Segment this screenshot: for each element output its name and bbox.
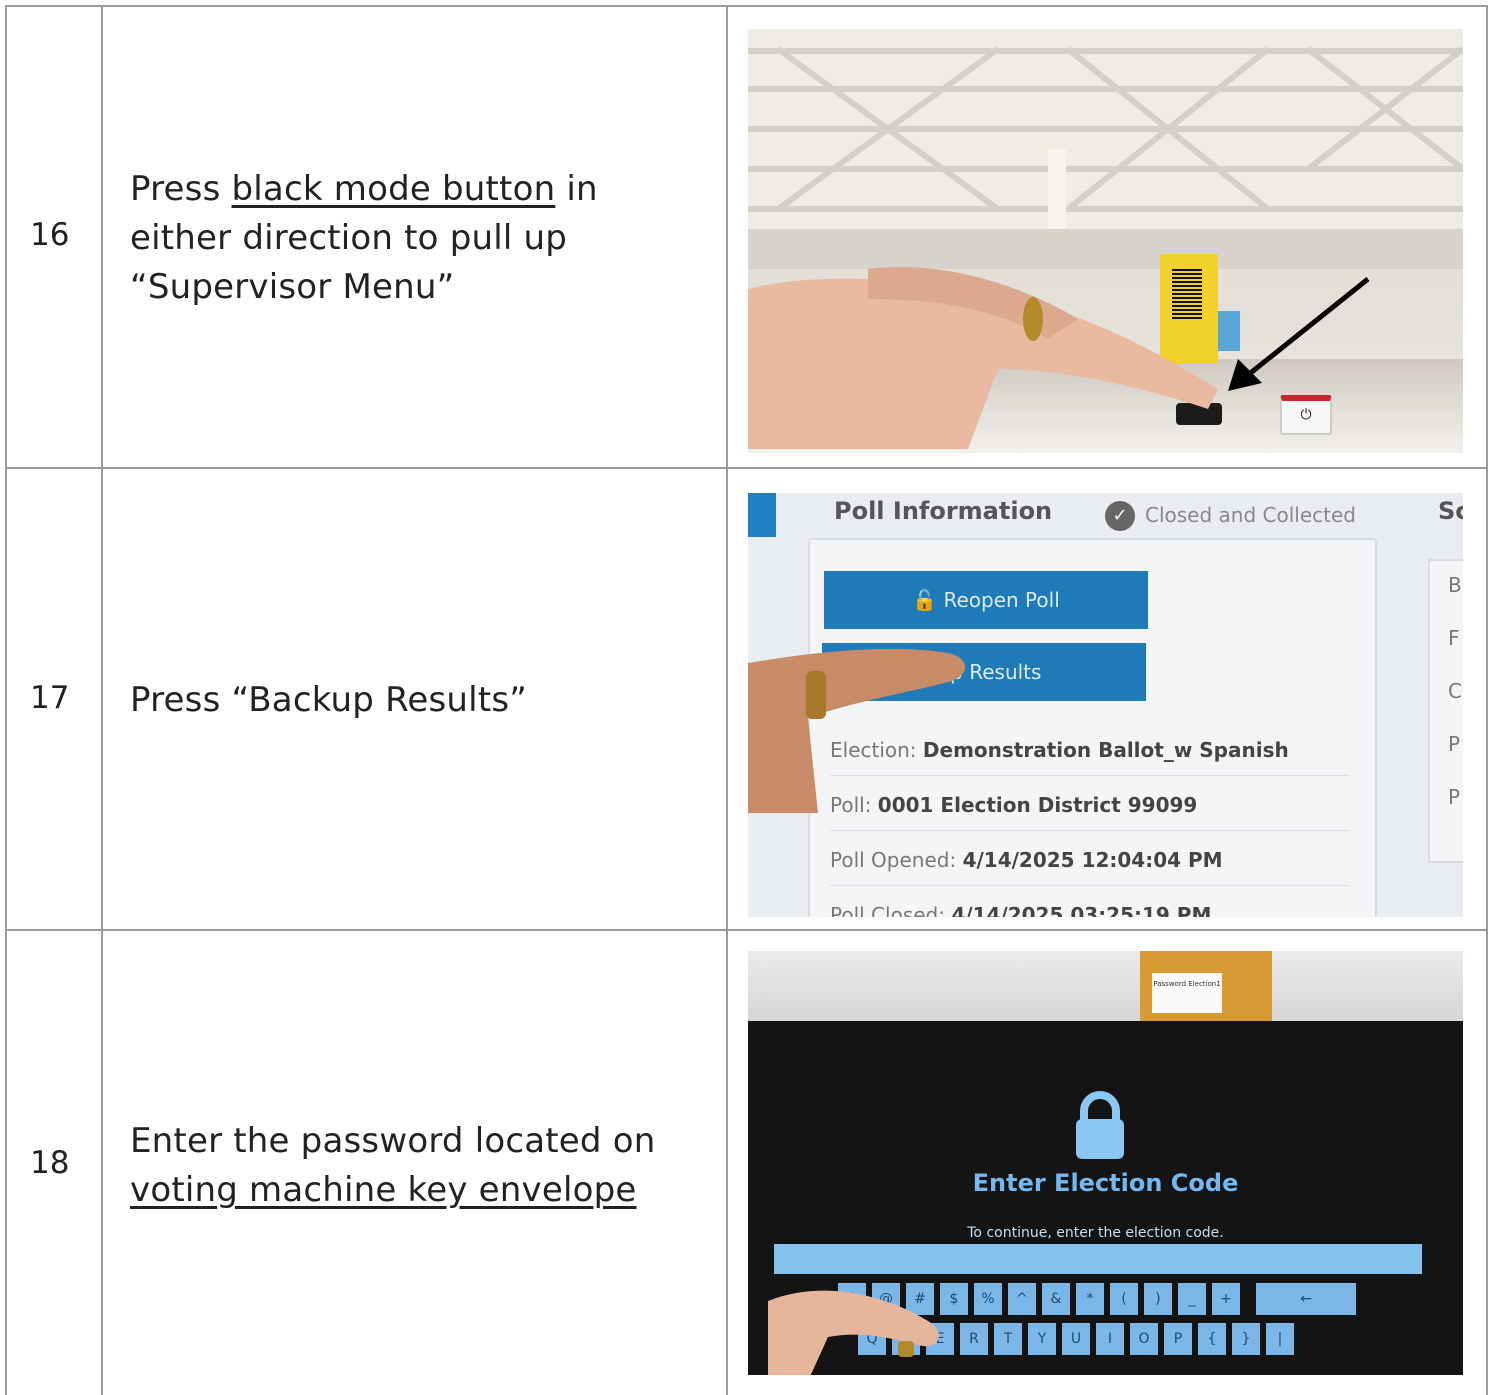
finger-image [748,648,966,813]
keyboard-key[interactable]: % [974,1283,1002,1315]
reopen-poll-button[interactable]: 🔓 Reopen Poll [824,571,1148,629]
wall-background [748,951,1463,1021]
side-letter: P [1448,732,1461,756]
poll-opened-value: 4/14/2025 12:04:04 PM [962,848,1223,872]
keyboard-key[interactable]: ^ [1008,1283,1036,1315]
step-instruction: Enter the password located on voting mac… [130,1117,710,1215]
lattice-background [748,29,1463,229]
poll-opened-label: Poll Opened: [830,848,957,872]
step-instruction: Press “Backup Results” [130,680,528,720]
key-envelope-link[interactable]: voting machine key envelope [130,1170,637,1210]
keyboard-key[interactable]: } [1232,1323,1260,1355]
enter-code-heading: Enter Election Code [972,1169,1239,1197]
keyboard-key[interactable]: ) [1144,1283,1172,1315]
keyboard-key[interactable]: T [994,1323,1022,1355]
table-border-right [1486,5,1488,1395]
unlock-icon: 🔓 [912,588,938,612]
arrow-icon [1228,277,1370,391]
keyboard-key[interactable]: ← [1256,1283,1356,1315]
side-letter: F [1448,626,1460,650]
hand-image [748,267,1218,449]
keyboard-key[interactable]: + [1212,1283,1240,1315]
table-border-left [5,5,7,1395]
keyboard-key[interactable]: * [1076,1283,1104,1315]
enter-code-subtext: To continue, enter the election code. [967,1225,1224,1241]
keyboard-key[interactable]: ( [1110,1283,1138,1315]
black-mode-button-link[interactable]: black mode button [232,169,556,209]
keyboard-key[interactable]: Y [1028,1323,1056,1355]
poll-opened-info: Poll Opened: 4/14/2025 12:04:04 PM [830,835,1350,886]
photo-mode-button: ⏻ [748,29,1463,453]
lock-icon [1076,1091,1124,1159]
election-code-input[interactable] [774,1244,1422,1274]
side-panel-title: Sc [1438,497,1463,525]
check-circle-icon: ✓ [1105,501,1135,531]
side-letter: C [1448,679,1462,703]
poll-info-title: Poll Information [834,497,1053,525]
side-letter: P [1448,785,1461,809]
row-divider-17-18 [5,929,1487,931]
poll-closed-info: Poll Closed: 4/14/2025 03:25:19 PM [830,890,1350,917]
step-instruction: Press black mode button in either direct… [130,165,710,312]
column-divider-number [101,5,103,1395]
instruction-table: 16 Press black mode button in either dir… [0,0,1491,1395]
poll-status: Closed and Collected [1145,503,1356,527]
keyboard-key[interactable]: O [1130,1323,1158,1355]
envelope-label: Password Election1 [1152,973,1222,1013]
keyboard-key[interactable]: I [1096,1323,1124,1355]
instruction-text: Press [130,169,232,209]
table-border-top [5,5,1487,7]
step-number: 16 [30,217,70,253]
nav-accent [748,493,776,537]
poll-closed-label: Poll Closed: [830,903,945,917]
photo-election-code: Password Election1 Enter Election Code T… [748,951,1463,1375]
step-number: 18 [30,1145,70,1181]
side-panel [1428,559,1463,863]
step-number: 17 [30,680,70,716]
row-divider-16-17 [5,467,1487,469]
reopen-poll-label: Reopen Poll [943,588,1060,612]
keyboard-key[interactable]: { [1198,1323,1226,1355]
keyboard-key[interactable]: P [1164,1323,1192,1355]
poll-closed-value: 4/14/2025 03:25:19 PM [951,903,1212,917]
column-divider-image [726,5,728,1395]
power-button: ⏻ [1280,395,1332,435]
keyboard-key[interactable]: _ [1178,1283,1206,1315]
side-letter: B [1448,573,1462,597]
keyboard-key[interactable]: | [1266,1323,1294,1355]
photo-poll-information: Poll Information ✓ Closed and Collected … [748,493,1463,917]
keyboard-key[interactable]: U [1062,1323,1090,1355]
instruction-text: Enter the password located on [130,1121,656,1161]
hand-image [768,1290,939,1375]
keyboard-key[interactable]: & [1042,1283,1070,1315]
